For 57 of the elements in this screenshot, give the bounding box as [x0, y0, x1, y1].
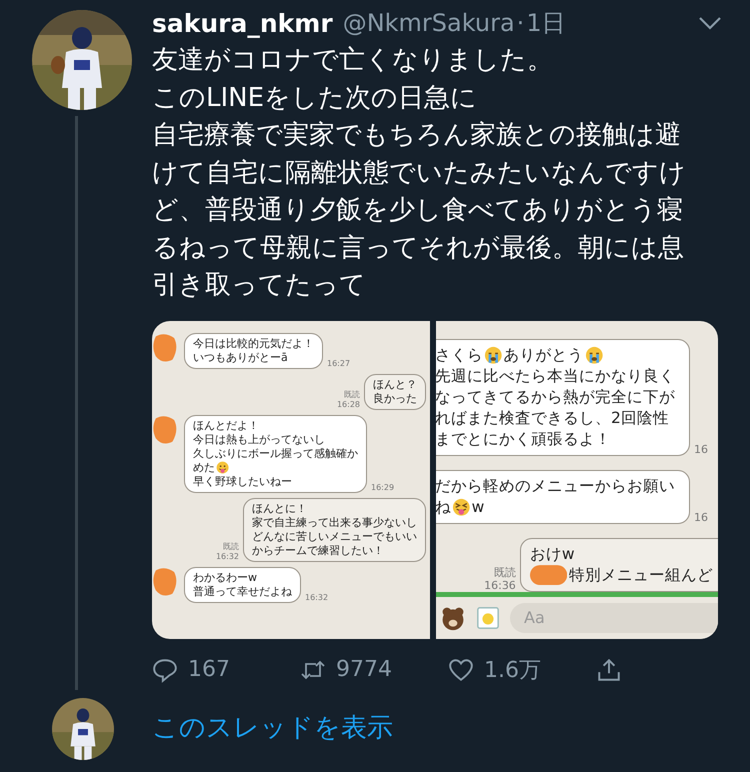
tongue-emoji-icon [216, 460, 230, 474]
message-text: おけw [530, 544, 574, 564]
message-time: 16 [694, 442, 708, 456]
message-time: 16:29 [371, 482, 394, 492]
heart-icon[interactable] [448, 656, 474, 682]
message-text: w [472, 496, 484, 518]
message-text: さくら [436, 344, 483, 366]
tweet-time[interactable]: 1日 [526, 7, 566, 39]
message-text: ほんと？ [373, 378, 417, 392]
message-text: までとにかく頑張るよ！ [436, 428, 611, 450]
message-text: なってきてるから熱が完全に下が [436, 386, 675, 408]
crying-emoji-icon [584, 346, 604, 364]
crying-emoji-icon [484, 346, 503, 364]
message-text: 今日は熱も上がってないし [193, 432, 325, 446]
message-text: めた [193, 460, 215, 474]
separator-dot: · [516, 9, 524, 37]
read-receipt: 既読 [344, 390, 360, 400]
message-text: ほんとだよ！ [193, 418, 259, 432]
message-text: わかるわーw [193, 570, 257, 584]
message-text: だから軽めのメニューからお願い [436, 476, 675, 496]
action-count: 167 [188, 657, 230, 682]
message-text: 普通って幸せだよね [193, 584, 292, 598]
message-text: ね [436, 496, 451, 518]
share-icon[interactable] [596, 656, 622, 682]
bear-sticker-icon[interactable] [440, 604, 466, 630]
message-time: 16:32 [305, 592, 328, 602]
reply-icon[interactable] [152, 656, 178, 682]
action-count: 1.6万 [484, 656, 541, 684]
message-time: 16:32 [216, 552, 239, 562]
message-text: 久しぶりにボール握って感触確か [193, 446, 358, 460]
message-time: 16 [694, 510, 708, 524]
message-time: 16:36 [484, 578, 516, 592]
message-text: 早く野球したいねー [193, 474, 292, 488]
message-text: どんなに苦しいメニューでもいい [252, 530, 417, 544]
chevron-down-icon[interactable] [698, 16, 722, 30]
chat-screenshot[interactable]: 今日は比較的元気だよ！ いつもありがとーā 16:27 既読 16:28 ほんと？ 良かった ほんとだよ！ 今日は熱も上がってないし 久しぶりにボール握って感触確か めた 早く野球したいねー 16:29 既読 16:32 ほんとに！ 家で自主練って出来る事少ないし どんなに苦しいメニューでもいい からチームで練習したい！ わかるわーw 普通って幸せだよね 16:32 [152, 320, 430, 638]
display-name[interactable]: sakura_nkmr [152, 8, 333, 38]
show-thread-link[interactable]: このスレッドを表示 [152, 713, 393, 743]
message-time: 16:28 [336, 400, 360, 410]
message-text: 良かった [373, 392, 417, 406]
user-handle[interactable]: @NkmrSakura [342, 9, 515, 37]
message-text: 家で自主練って出来る事少ないし [252, 516, 417, 530]
action-count: 9774 [336, 657, 392, 682]
tweet-text: 自宅療養で実家でもちろん家族との接触は避けて自宅に隔離状態でいたみたいなんですけど、普段通り夕飯を少し食べてありがとう寝るねって母親に言ってそれが最後。朝には息引き取ってたって [152, 119, 687, 302]
message-time: 16:27 [327, 358, 350, 368]
redaction-blob [530, 564, 567, 586]
read-receipt: 既読 [223, 542, 239, 552]
message-text: ほんとに！ [252, 502, 307, 516]
message-text: 今日は比較的元気だよ！ [193, 336, 314, 350]
read-receipt: 既読 [494, 566, 516, 578]
message-text: からチームで練習したい！ [252, 544, 384, 558]
message-text: 特別メニュー組んど [569, 564, 713, 586]
message-text: いつもありがとーā [193, 350, 288, 364]
message-text: ありがとう [504, 344, 584, 366]
tongue-emoji-icon [452, 498, 471, 516]
tweet-text: 友達がコロナで亡くなりました。 [152, 44, 554, 77]
tweet-text: このLINEをした次の日急に [152, 82, 478, 114]
